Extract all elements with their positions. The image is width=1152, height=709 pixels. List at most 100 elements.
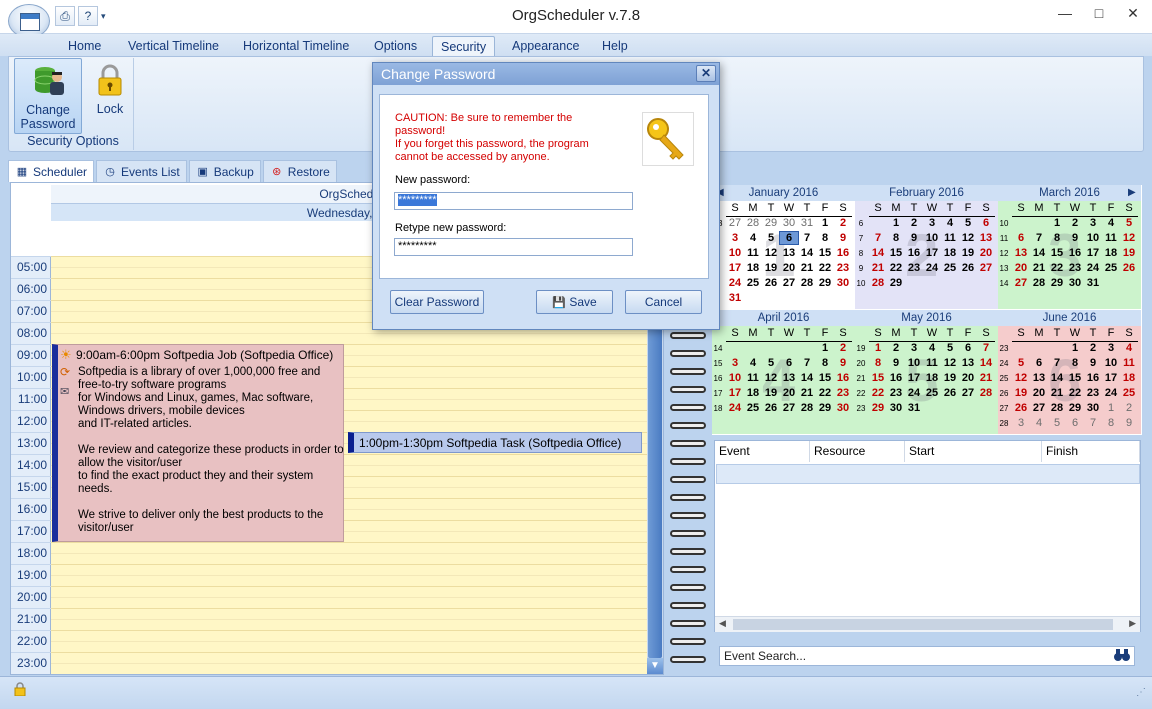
calendar-day[interactable]: 22 [816,387,834,399]
month-header[interactable]: February 2016 [855,185,998,201]
calendar-day[interactable]: 9 [1120,417,1138,429]
calendar-day[interactable]: 3 [923,217,941,229]
tab-restore[interactable]: ⊛ Restore [262,160,337,182]
calendar-day[interactable]: 8 [887,232,905,244]
calendar-day[interactable]: 2 [887,342,905,354]
calendar-day[interactable]: 23 [834,387,852,399]
calendar-day[interactable]: 3 [1084,217,1102,229]
calendar-day[interactable]: 28 [1048,402,1066,414]
calendar-day[interactable]: 11 [1120,357,1138,369]
calendar-day[interactable]: 9 [887,357,905,369]
calendar-day[interactable]: 24 [1102,387,1120,399]
calendar-day[interactable]: 15 [816,247,834,259]
calendar-day[interactable]: 10 [726,247,744,259]
calendar-day[interactable]: 5 [762,357,780,369]
calendar-day[interactable]: 5 [959,217,977,229]
calendar-day[interactable]: 31 [798,217,816,229]
tab-scheduler[interactable]: ▦ Scheduler [8,160,95,182]
calendar-day[interactable]: 1 [1102,402,1120,414]
calendar-day[interactable]: 30 [834,277,852,289]
calendar-day[interactable]: 25 [1120,387,1138,399]
calendar-day[interactable]: 25 [1102,262,1120,274]
calendar-day[interactable]: 20 [977,247,995,259]
calendar-day[interactable]: 28 [744,217,762,229]
calendar-day[interactable]: 20 [1012,262,1030,274]
calendar-day[interactable]: 10 [923,232,941,244]
calendar-day[interactable]: 23 [1084,387,1102,399]
calendar-day[interactable]: 13 [1012,247,1030,259]
appointment-softpedia-task[interactable]: 1:00pm-1:30pm Softpedia Task (Softpedia … [348,432,642,453]
calendar-day[interactable]: 26 [762,277,780,289]
calendar-day[interactable]: 25 [923,387,941,399]
maximize-button[interactable]: □ [1082,0,1116,26]
calendar-day[interactable]: 14 [1030,247,1048,259]
calendar-day[interactable]: 16 [887,372,905,384]
calendar-day[interactable]: 21 [798,262,816,274]
calendar-day[interactable]: 1 [1048,217,1066,229]
calendar-day[interactable]: 24 [1084,262,1102,274]
calendar-day[interactable]: 25 [744,277,762,289]
scroll-down-icon[interactable]: ▼ [647,658,663,674]
calendar-day[interactable]: 13 [959,357,977,369]
calendar-day[interactable]: 5 [1012,357,1030,369]
calendar-day[interactable]: 1 [887,217,905,229]
calendar-day[interactable]: 11 [1102,232,1120,244]
resize-grip-icon[interactable]: ⋰ [1136,687,1146,698]
calendar-day[interactable]: 3 [726,232,744,244]
calendar-day[interactable]: 20 [780,262,798,274]
calendar-day[interactable]: 27 [1030,402,1048,414]
scrollbar-thumb[interactable] [648,328,662,658]
calendar-day[interactable]: 26 [1120,262,1138,274]
calendar-day[interactable]: 21 [798,387,816,399]
calendar-day[interactable]: 10 [1102,357,1120,369]
calendar-day[interactable]: 21 [869,262,887,274]
calendar-day[interactable]: 28 [798,277,816,289]
calendar-day[interactable]: 12 [1120,232,1138,244]
calendar-day[interactable]: 4 [1102,217,1120,229]
tab-backup[interactable]: ▣ Backup [188,160,261,182]
calendar-day[interactable]: 9 [834,232,852,244]
calendar-day[interactable]: 10 [1084,232,1102,244]
calendar-day[interactable]: 8 [1066,357,1084,369]
save-button[interactable]: 💾 Save [536,290,613,314]
calendar-day[interactable]: 18 [1120,372,1138,384]
calendar-day[interactable]: 31 [905,402,923,414]
calendar-day[interactable]: 1 [816,342,834,354]
calendar-day[interactable]: 27 [959,387,977,399]
calendar-day[interactable]: 27 [780,277,798,289]
calendar-day[interactable]: 19 [1012,387,1030,399]
dialog-close-button[interactable]: ✕ [696,65,716,82]
scroll-right-icon[interactable]: ▶ [1129,618,1136,629]
tab-vertical-timeline[interactable]: Vertical Timeline [120,36,227,56]
calendar-day[interactable]: 14 [798,372,816,384]
event-list-row[interactable] [716,464,1140,484]
calendar-day[interactable]: 4 [941,217,959,229]
calendar-day[interactable]: 6 [1066,417,1084,429]
calendar-day[interactable]: 18 [941,247,959,259]
event-list-hscrollbar[interactable]: ◀ ▶ [715,616,1140,632]
hscroll-thumb[interactable] [733,619,1113,630]
clear-password-button[interactable]: Clear Password [390,290,484,314]
calendar-day[interactable]: 25 [744,402,762,414]
calendar-day[interactable]: 29 [869,402,887,414]
calendar-day[interactable]: 15 [816,372,834,384]
column-resource[interactable]: Resource [810,441,905,462]
next-month-icon[interactable]: ▶ [1128,187,1136,198]
calendar-day[interactable]: 20 [780,387,798,399]
month-header[interactable]: March 2016 [998,185,1141,201]
calendar-day[interactable]: 6 [959,342,977,354]
calendar-day[interactable]: 28 [977,387,995,399]
calendar-day[interactable]: 18 [744,262,762,274]
calendar-day[interactable]: 24 [905,387,923,399]
calendar-day[interactable]: 21 [1048,387,1066,399]
calendar-day[interactable]: 22 [869,387,887,399]
calendar-day[interactable]: 12 [1012,372,1030,384]
calendar-day[interactable]: 3 [1102,342,1120,354]
calendar-day[interactable]: 3 [726,357,744,369]
calendar-day[interactable]: 12 [762,247,780,259]
calendar-day[interactable]: 20 [959,372,977,384]
calendar-day[interactable]: 30 [1066,277,1084,289]
calendar-day[interactable]: 4 [923,342,941,354]
calendar-day[interactable]: 11 [923,357,941,369]
change-password-button[interactable]: Change Password [14,58,82,134]
